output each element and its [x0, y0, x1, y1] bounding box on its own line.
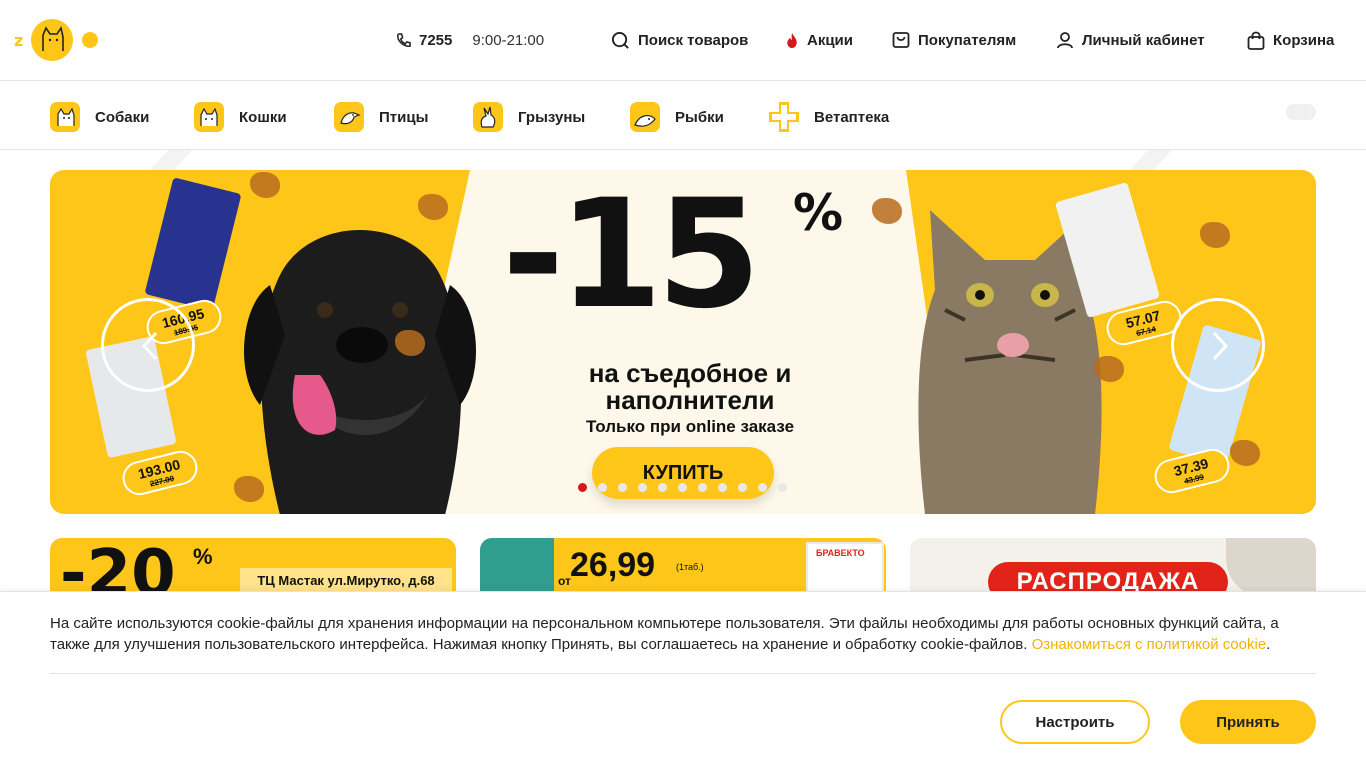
tile-unit: (1таб.)	[676, 562, 704, 572]
slider-prev-button[interactable]	[101, 298, 195, 392]
search-link[interactable]: Поиск товаров	[611, 30, 748, 50]
account-label: Личный кабинет	[1082, 31, 1205, 49]
promo-label: Акции	[807, 31, 854, 49]
dog-image	[243, 230, 477, 514]
category-label: Собаки	[95, 108, 150, 126]
tile-percent: %	[193, 544, 213, 569]
buyers-link[interactable]: Покупателям	[892, 30, 1016, 50]
shopping-bag-icon	[1247, 31, 1265, 50]
site-header: z 7255 9:00-21:00 Поиск товаров Акции По…	[0, 0, 1366, 81]
category-dogs[interactable]: Собаки	[50, 102, 149, 132]
slider-dot[interactable]	[638, 483, 647, 492]
kibble-decoration	[395, 330, 425, 356]
logo-dot	[82, 32, 99, 48]
rodent-icon	[473, 102, 503, 132]
kibble-decoration	[872, 198, 902, 224]
fish-icon	[630, 102, 660, 132]
kibble-decoration	[250, 172, 280, 198]
search-icon	[611, 31, 629, 49]
slider-dot[interactable]	[758, 483, 767, 492]
promo-tile-discount[interactable]: -20 % ТЦ Мастак ул.Мирутко, д.68	[50, 538, 456, 598]
cart-link[interactable]: Корзина	[1247, 30, 1334, 50]
divider	[50, 673, 1316, 674]
flame-icon	[787, 32, 797, 48]
user-icon	[1057, 32, 1073, 49]
banner-note: Только при online заказе	[585, 417, 795, 436]
kibble-decoration	[234, 476, 264, 502]
slider-dot[interactable]	[658, 483, 667, 492]
slider-dot[interactable]	[778, 483, 787, 492]
phone-icon	[397, 32, 411, 47]
product-box	[480, 538, 554, 598]
logo[interactable]: z	[14, 19, 99, 61]
bag-info-icon	[892, 32, 910, 48]
kibble-decoration	[1094, 356, 1124, 382]
cookie-policy-link[interactable]: Ознакомиться с политикой cookie	[1032, 636, 1267, 653]
slider-next-button[interactable]	[1171, 298, 1265, 392]
banner-subtitle-line1: на съедобное и	[588, 358, 792, 388]
tile-discount: -20	[60, 538, 176, 598]
slider-dot[interactable]	[698, 483, 707, 492]
chevron-left-icon	[141, 331, 158, 361]
category-rodents[interactable]: Грызуны	[473, 102, 585, 132]
phone-number[interactable]: 7255	[419, 32, 452, 49]
nav-toggle[interactable]	[1286, 104, 1316, 120]
category-nav: Собаки Кошки Птицы Грызуны Рыбки Ветапте…	[0, 82, 1366, 150]
kibble-decoration	[1200, 222, 1230, 248]
promo-link[interactable]: Акции	[785, 30, 853, 50]
tile-brand: БРАВЕКТО	[816, 548, 865, 558]
cookie-text: На сайте используются cookie-файлы для х…	[50, 613, 1316, 655]
cat-icon	[194, 102, 224, 132]
phone-block[interactable]: 7255 9:00-21:00	[396, 30, 544, 50]
slider-dot[interactable]	[618, 483, 627, 492]
bird-icon	[334, 102, 364, 132]
logo-dog-icon	[31, 19, 74, 61]
chevron-right-icon	[1212, 331, 1229, 361]
category-label: Птицы	[379, 108, 429, 126]
cookie-settings-button[interactable]: Настроить	[1000, 700, 1150, 744]
category-label: Ветаптека	[814, 108, 890, 126]
category-birds[interactable]: Птицы	[334, 102, 428, 132]
banner-subtitle-line2: наполнители	[605, 385, 775, 415]
search-label: Поиск товаров	[638, 31, 749, 49]
pharmacy-cross-icon	[769, 102, 799, 132]
slider-dot[interactable]	[598, 483, 607, 492]
bravecto-pack: БРАВЕКТО	[806, 542, 884, 598]
dog-icon	[50, 102, 80, 132]
slider-dot[interactable]	[718, 483, 727, 492]
kibble-decoration	[418, 194, 448, 220]
promo-tile-bravecto[interactable]: от 26,99 (1таб.) БРАВЕКТО	[480, 538, 886, 598]
cookie-banner: На сайте используются cookie-файлы для х…	[0, 591, 1366, 768]
banner-subtitle: на съедобное и наполнители	[510, 360, 870, 414]
category-label: Кошки	[239, 108, 287, 126]
slider-dots	[578, 483, 798, 492]
cart-label: Корзина	[1273, 31, 1335, 49]
category-cats[interactable]: Кошки	[194, 102, 287, 132]
cookie-text-end: .	[1266, 636, 1271, 653]
kibble-decoration	[1230, 440, 1260, 466]
category-label: Грызуны	[518, 108, 586, 126]
logo-letter: z	[14, 30, 24, 50]
category-fish[interactable]: Рыбки	[630, 102, 724, 132]
tile-from: от	[558, 574, 571, 588]
promo-tile-sale[interactable]: РАСПРОДАЖА	[910, 538, 1316, 598]
buyers-label: Покупателям	[918, 31, 1017, 49]
hero-banner[interactable]: 160.95 189.35 193.00 227.00 57.07 67.14 37.…	[50, 170, 1316, 514]
dog-photo	[1226, 538, 1316, 598]
banner-percent: %	[793, 184, 844, 242]
slider-dot[interactable]	[578, 483, 587, 492]
working-hours: 9:00-21:00	[472, 31, 545, 49]
banner-discount: -15	[502, 170, 761, 342]
category-label: Рыбки	[675, 108, 724, 126]
slider-dot[interactable]	[738, 483, 747, 492]
account-link[interactable]: Личный кабинет	[1056, 30, 1205, 50]
cookie-accept-button[interactable]: Принять	[1180, 700, 1316, 744]
category-pharmacy[interactable]: Ветаптека	[769, 102, 889, 132]
tile-price: 26,99	[570, 546, 656, 584]
slider-dot[interactable]	[678, 483, 687, 492]
